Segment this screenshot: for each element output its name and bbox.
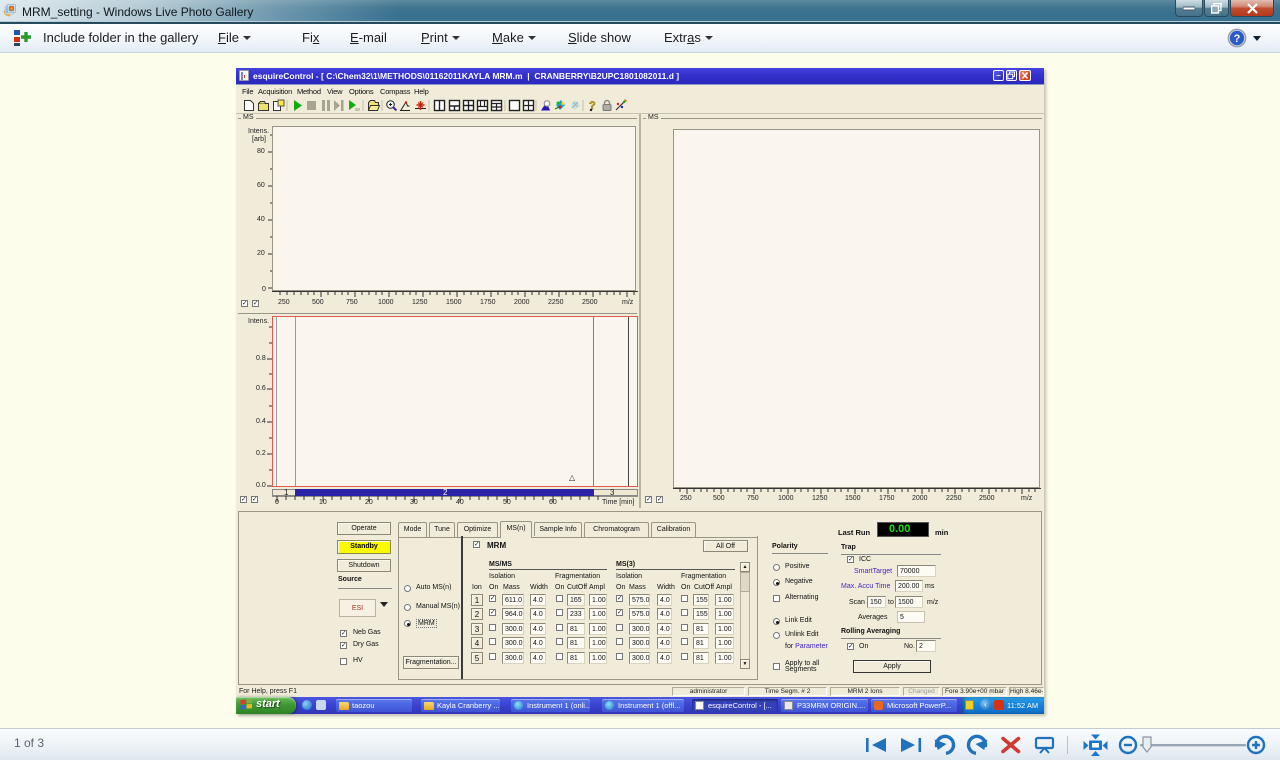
svg-text:?: ? xyxy=(1234,33,1241,45)
